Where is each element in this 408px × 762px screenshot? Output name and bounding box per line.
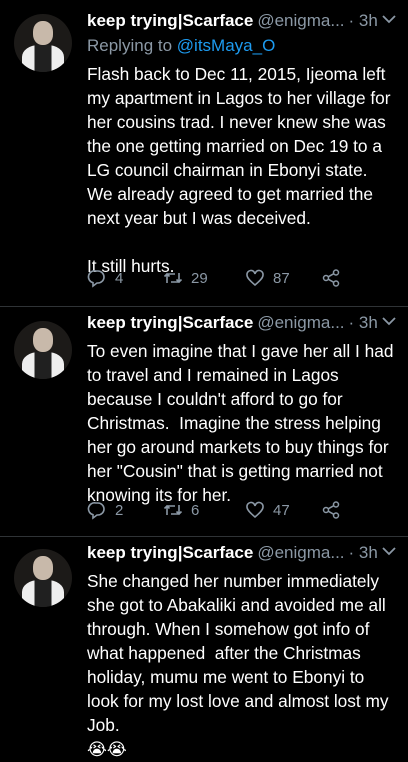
timestamp[interactable]: · 3h [349, 11, 378, 31]
share-icon [322, 269, 340, 287]
reply-count: 2 [115, 501, 124, 519]
tweet-3[interactable]: keep trying|Scarface @enigma... · 3h She… [0, 537, 408, 759]
reply-mention-link[interactable]: @itsMaya_O [177, 36, 276, 55]
share-button[interactable] [321, 268, 397, 288]
avatar[interactable] [14, 14, 72, 72]
display-name[interactable]: keep trying|Scarface [87, 543, 253, 563]
share-button[interactable] [321, 500, 397, 520]
tweet-text: Flash back to Dec 11, 2015, Ijeoma left … [87, 64, 391, 276]
tweet-actions: 2 6 47 [87, 500, 397, 520]
caret-down-icon[interactable] [382, 316, 396, 326]
reply-icon [87, 270, 105, 288]
timestamp[interactable]: · 3h [349, 313, 378, 333]
replying-to-label: Replying to [87, 36, 173, 55]
tweet-actions: 4 29 87 [87, 268, 397, 288]
caret-down-icon[interactable] [382, 546, 396, 556]
reply-button[interactable]: 2 [87, 500, 163, 520]
tweet-text-body: She changed her number immediately she g… [87, 571, 394, 735]
like-count: 87 [273, 269, 290, 287]
avatar[interactable] [14, 321, 72, 379]
retweet-button[interactable]: 6 [163, 500, 245, 520]
tweet-2[interactable]: keep trying|Scarface @enigma... · 3h To … [0, 307, 408, 537]
reply-button[interactable]: 4 [87, 268, 163, 288]
reply-icon [87, 502, 105, 520]
avatar[interactable] [14, 549, 72, 607]
tweet-text: To even imagine that I gave her all I ha… [87, 341, 399, 505]
crying-emoji: 😭😭 [87, 740, 127, 759]
caret-down-icon[interactable] [382, 14, 396, 24]
user-handle[interactable]: @enigma... [257, 11, 344, 31]
like-count: 47 [273, 501, 290, 519]
user-handle[interactable]: @enigma... [257, 313, 344, 333]
display-name[interactable]: keep trying|Scarface [87, 11, 253, 31]
like-button[interactable]: 47 [245, 500, 321, 520]
share-icon [322, 501, 340, 519]
retweet-icon [163, 272, 183, 284]
replying-to: Replying to @itsMaya_O [87, 36, 396, 58]
retweet-count: 6 [191, 501, 200, 519]
tweet-header: keep trying|Scarface @enigma... · 3h [87, 543, 396, 565]
tweet-text: She changed her number immediately she g… [87, 569, 396, 762]
tweet-header: keep trying|Scarface @enigma... · 3h [87, 11, 396, 33]
like-icon [246, 501, 264, 519]
tweet-1[interactable]: keep trying|Scarface @enigma... · 3h Rep… [0, 0, 408, 307]
retweet-icon [163, 504, 183, 516]
reply-count: 4 [115, 269, 124, 287]
timestamp[interactable]: · 3h [349, 543, 378, 563]
like-icon [246, 269, 264, 287]
display-name[interactable]: keep trying|Scarface [87, 313, 253, 333]
tweet-header: keep trying|Scarface @enigma... · 3h [87, 313, 396, 335]
like-button[interactable]: 87 [245, 268, 321, 288]
retweet-count: 29 [191, 269, 208, 287]
user-handle[interactable]: @enigma... [257, 543, 344, 563]
retweet-button[interactable]: 29 [163, 268, 245, 288]
